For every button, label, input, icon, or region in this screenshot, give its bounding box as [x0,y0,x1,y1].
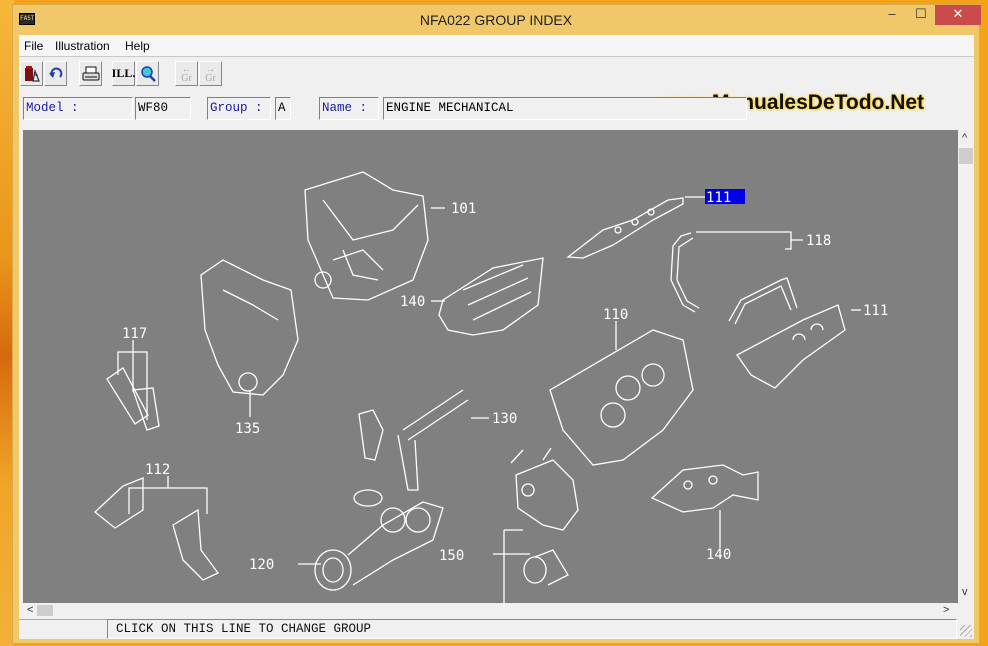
menu-file[interactable]: File [24,39,43,53]
model-value: WF80 [138,101,169,115]
hose-drawing [670,231,803,325]
group-label-field: Group : [207,97,271,120]
undo-arrow-icon [48,67,62,78]
previous-group-button[interactable]: ← Gr [175,61,198,86]
intake-manifold-drawing [431,257,544,336]
callout-111-top[interactable]: 111 [706,190,731,206]
callout-140-bottom[interactable]: 140 [706,547,731,563]
illustration-drawing: 101 111 118 140 111 110 117 135 130 112 … [94,171,888,603]
camshaft-drawing [358,389,489,491]
search-button[interactable] [136,61,159,86]
title-bar[interactable]: FAST NFA022 GROUP INDEX – ☐ ✕ [13,5,981,35]
callout-101[interactable]: 101 [451,201,476,217]
bracket-drawing [94,476,219,581]
illustration-button[interactable]: ILL. [112,61,135,86]
callout-110[interactable]: 110 [603,307,628,323]
model-label: Model : [26,101,79,115]
oil-pump-drawing [493,447,579,603]
gasket-drawing [106,340,160,431]
callout-118[interactable]: 118 [806,233,831,249]
horizontal-scroll-thumb[interactable] [37,605,53,616]
scroll-up-icon[interactable]: ^ [962,132,967,144]
callout-140-top[interactable]: 140 [400,294,425,310]
maximize-button[interactable]: ☐ [905,5,937,25]
front-cover-drawing [200,259,299,417]
minimize-button[interactable]: – [875,5,909,25]
menu-illustration[interactable]: Illustration [55,39,110,53]
next-group-button[interactable]: → Gr [199,61,222,86]
callout-117[interactable]: 117 [122,326,147,342]
menu-bar: File Illustration Help [19,35,974,57]
name-value: ENGINE MECHANICAL [386,101,514,115]
book-icon [24,65,40,82]
fuel-rail-drawing [566,196,705,259]
back-button[interactable] [44,61,67,86]
close-button[interactable]: ✕ [935,5,981,25]
group-value: A [278,101,286,115]
illustration-canvas[interactable]: 101 111 118 140 111 110 117 135 130 112 … [23,130,958,603]
vertical-scroll-thumb[interactable] [959,148,973,164]
exhaust-manifold-drawing [650,464,759,548]
scroll-down-icon[interactable]: v [962,586,968,598]
magnifier-icon [140,65,156,82]
engine-assembly-drawing [304,171,445,301]
valve-cover-drawing [736,304,861,389]
crankshaft-drawing [298,489,444,591]
status-left-pane [19,619,109,639]
group-value-field: A [275,97,291,120]
group-label: Group : [210,101,263,115]
name-label-field: Name : [319,97,379,120]
cylinder-block-drawing [549,321,694,466]
scroll-left-icon[interactable]: < [27,604,33,616]
model-label-field: Model : [23,97,133,120]
callout-135[interactable]: 135 [235,421,260,437]
callout-111-right[interactable]: 111 [863,303,888,319]
next-group-label: Gr [205,72,216,84]
callout-150[interactable]: 150 [439,548,464,564]
callout-112[interactable]: 112 [145,462,170,478]
toolbar: ILL. ← Gr → Gr www.ManualesDeTodo.Net [19,58,974,114]
previous-group-label: Gr [181,72,192,84]
vertical-scrollbar[interactable]: ^ v [958,130,974,603]
horizontal-scrollbar[interactable]: < > [23,603,958,619]
app-window: FAST NFA022 GROUP INDEX – ☐ ✕ File Illus… [12,4,981,644]
window-title: NFA022 GROUP INDEX [419,12,573,28]
print-button[interactable] [79,61,102,86]
client-area: File Illustration Help ILL. ← Gr → Gr ww… [19,35,974,639]
callout-120[interactable]: 120 [249,557,274,573]
printer-icon [82,66,99,80]
resize-grip[interactable] [960,625,972,637]
parts-book-button[interactable] [20,61,43,86]
name-label: Name : [322,101,368,115]
scroll-right-icon[interactable]: > [943,604,949,616]
model-value-field: WF80 [135,97,191,120]
callout-130[interactable]: 130 [492,411,517,427]
change-group-status-line[interactable]: CLICK ON THIS LINE TO CHANGE GROUP [107,619,957,639]
name-value-field: ENGINE MECHANICAL [383,97,747,120]
menu-help[interactable]: Help [125,39,150,53]
